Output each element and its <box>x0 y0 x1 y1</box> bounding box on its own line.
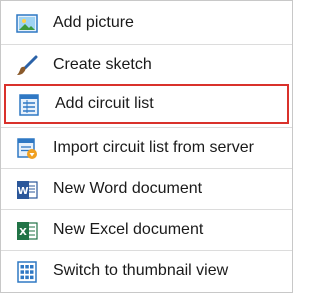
menu-item-import-circuit-list[interactable]: Import circuit list from server <box>1 127 292 167</box>
menu-item-add-picture[interactable]: Add picture <box>1 3 292 43</box>
menu-item-add-circuit-list[interactable]: Add circuit list <box>4 84 289 124</box>
excel-icon: X <box>16 220 38 242</box>
menu-item-label: Import circuit list from server <box>53 139 254 156</box>
context-menu: Add picture Create sketch Add circuit li… <box>0 0 293 293</box>
menu-item-label: Switch to thumbnail view <box>53 262 229 279</box>
paintbrush-icon <box>16 55 38 77</box>
menu-item-label: New Excel document <box>53 221 204 238</box>
menu-item-create-sketch[interactable]: Create sketch <box>1 44 292 84</box>
import-list-icon <box>16 138 38 160</box>
svg-text:W: W <box>17 186 28 197</box>
menu-item-label: New Word document <box>53 180 203 197</box>
list-table-icon <box>18 94 40 116</box>
picture-icon <box>16 13 38 35</box>
menu-item-switch-thumbnail-view[interactable]: Switch to thumbnail view <box>1 250 292 290</box>
svg-text:X: X <box>19 227 27 238</box>
thumbnail-grid-icon <box>16 261 38 283</box>
menu-item-new-excel-document[interactable]: X New Excel document <box>1 209 292 249</box>
word-icon: W <box>16 179 38 201</box>
menu-item-label: Add picture <box>53 14 134 31</box>
menu-item-new-word-document[interactable]: W New Word document <box>1 168 292 208</box>
menu-item-label: Add circuit list <box>55 95 154 112</box>
menu-item-label: Create sketch <box>53 56 152 73</box>
